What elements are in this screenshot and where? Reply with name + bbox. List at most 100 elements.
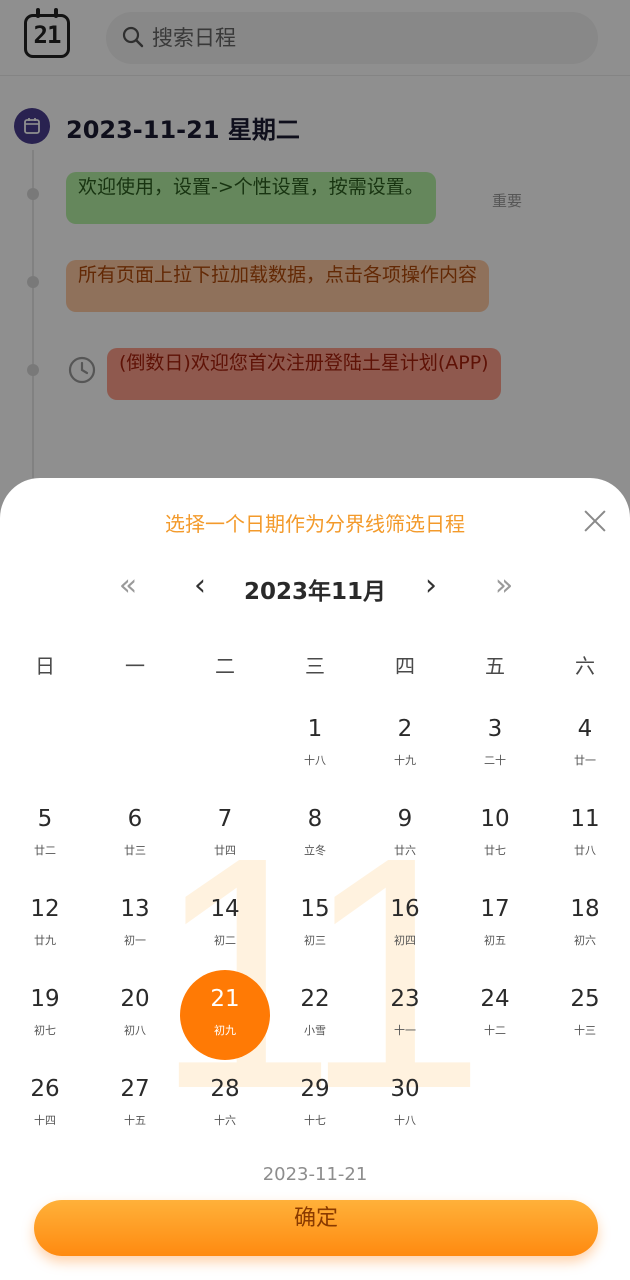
day-number: 10 bbox=[480, 806, 510, 832]
lunar-date: 十一 bbox=[394, 1024, 416, 1037]
day-cell[interactable]: 9 廿六 bbox=[360, 790, 450, 880]
day-cell[interactable]: 11 廿八 bbox=[540, 790, 630, 880]
day-cell[interactable]: 4 廿一 bbox=[540, 700, 630, 790]
day-cell[interactable]: 29 十七 bbox=[270, 1060, 360, 1150]
day-cell[interactable]: 17 初五 bbox=[450, 880, 540, 970]
lunar-date: 初一 bbox=[124, 934, 146, 947]
day-cell[interactable]: 30 十八 bbox=[360, 1060, 450, 1150]
lunar-date: 廿一 bbox=[574, 754, 596, 767]
lunar-date: 初二 bbox=[214, 934, 236, 947]
month-navigation: « ‹ 2023年11月 › » bbox=[0, 566, 630, 610]
day-number: 23 bbox=[390, 986, 420, 1012]
prev-month-button[interactable]: ‹ bbox=[182, 570, 218, 606]
lunar-date: 廿三 bbox=[124, 844, 146, 857]
day-number: 9 bbox=[397, 806, 413, 832]
day-cell[interactable]: 2 十九 bbox=[360, 700, 450, 790]
day-cell[interactable]: 25 十三 bbox=[540, 970, 630, 1060]
day-cell[interactable]: 12 廿九 bbox=[0, 880, 90, 970]
day-number: 20 bbox=[120, 986, 150, 1012]
day-number: 28 bbox=[210, 1076, 240, 1102]
day-cell[interactable]: 15 初三 bbox=[270, 880, 360, 970]
day-cell[interactable]: 8 立冬 bbox=[270, 790, 360, 880]
weekday-label: 日 bbox=[35, 654, 55, 678]
lunar-date: 廿四 bbox=[214, 844, 236, 857]
day-cell[interactable]: 1 十八 bbox=[270, 700, 360, 790]
day-cell[interactable]: 16 初四 bbox=[360, 880, 450, 970]
weekday-header: 日 一 二 三 四 五 六 bbox=[0, 650, 630, 680]
day-number: 18 bbox=[570, 896, 600, 922]
lunar-date: 廿二 bbox=[34, 844, 56, 857]
day-number: 7 bbox=[217, 806, 233, 832]
day-number: 6 bbox=[127, 806, 143, 832]
weekday-label: 二 bbox=[215, 654, 235, 678]
day-number: 4 bbox=[577, 716, 593, 742]
weekday-label: 四 bbox=[395, 654, 415, 678]
picker-title: 选择一个日期作为分界线筛选日程 bbox=[165, 512, 465, 536]
day-number: 11 bbox=[570, 806, 600, 832]
day-cell[interactable]: 22 小雪 bbox=[270, 970, 360, 1060]
lunar-date: 十八 bbox=[304, 754, 326, 767]
confirm-button[interactable]: 确定 bbox=[34, 1200, 598, 1256]
lunar-date: 十六 bbox=[214, 1114, 236, 1127]
selected-date-text: 2023-11-21 bbox=[262, 1164, 368, 1185]
lunar-date: 初九 bbox=[214, 1024, 236, 1037]
day-cell[interactable]: 20 初八 bbox=[90, 970, 180, 1060]
next-year-button[interactable]: » bbox=[486, 570, 522, 606]
day-number: 27 bbox=[120, 1076, 150, 1102]
selection-circle bbox=[180, 970, 270, 1060]
day-cell[interactable]: 18 初六 bbox=[540, 880, 630, 970]
lunar-date: 十八 bbox=[394, 1114, 416, 1127]
lunar-date: 初五 bbox=[484, 934, 506, 947]
day-number: 12 bbox=[30, 896, 60, 922]
day-cell-selected[interactable]: 21 初九 bbox=[180, 970, 270, 1060]
day-number: 1 bbox=[307, 716, 323, 742]
day-cell[interactable]: 6 廿三 bbox=[90, 790, 180, 880]
day-cell[interactable]: 19 初七 bbox=[0, 970, 90, 1060]
day-number: 29 bbox=[300, 1076, 330, 1102]
lunar-date: 廿八 bbox=[574, 844, 596, 857]
weekday-label: 六 bbox=[575, 654, 595, 678]
day-cell[interactable]: 7 廿四 bbox=[180, 790, 270, 880]
day-cell[interactable]: 3 二十 bbox=[450, 700, 540, 790]
lunar-date: 十七 bbox=[304, 1114, 326, 1127]
lunar-date: 初六 bbox=[574, 934, 596, 947]
lunar-date: 十五 bbox=[124, 1114, 146, 1127]
day-cell[interactable]: 24 十二 bbox=[450, 970, 540, 1060]
day-number: 21 bbox=[210, 986, 240, 1012]
day-number: 26 bbox=[30, 1076, 60, 1102]
lunar-date: 二十 bbox=[484, 754, 506, 767]
lunar-date: 初三 bbox=[304, 934, 326, 947]
lunar-date: 十九 bbox=[394, 754, 416, 767]
day-cell[interactable]: 26 十四 bbox=[0, 1060, 90, 1150]
day-cell[interactable]: 5 廿二 bbox=[0, 790, 90, 880]
day-number: 30 bbox=[390, 1076, 420, 1102]
day-grid: 1 十八 2 十九 3 二十 4 廿一 5 廿二 6 廿三 7 廿四 8 立冬 9 廿六 10 廿七 11 廿八 12 廿九 1… bbox=[0, 700, 630, 1150]
lunar-date: 廿九 bbox=[34, 934, 56, 947]
day-cell[interactable]: 28 十六 bbox=[180, 1060, 270, 1150]
day-number: 17 bbox=[480, 896, 510, 922]
day-number: 3 bbox=[487, 716, 503, 742]
prev-year-button[interactable]: « bbox=[110, 570, 146, 606]
day-number: 19 bbox=[30, 986, 60, 1012]
lunar-date: 十三 bbox=[574, 1024, 596, 1037]
day-number: 2 bbox=[397, 716, 413, 742]
weekday-label: 五 bbox=[485, 654, 505, 678]
date-picker-sheet: 选择一个日期作为分界线筛选日程 « ‹ 2023年11月 › » 日 一 二 三… bbox=[0, 478, 630, 1280]
day-cell[interactable]: 27 十五 bbox=[90, 1060, 180, 1150]
lunar-date: 初八 bbox=[124, 1024, 146, 1037]
day-number: 22 bbox=[300, 986, 330, 1012]
day-number: 5 bbox=[37, 806, 53, 832]
day-cell[interactable]: 13 初一 bbox=[90, 880, 180, 970]
day-number: 14 bbox=[210, 896, 240, 922]
day-cell[interactable]: 23 十一 bbox=[360, 970, 450, 1060]
lunar-date: 小雪 bbox=[304, 1024, 326, 1037]
lunar-date: 廿六 bbox=[394, 844, 416, 857]
day-number: 16 bbox=[390, 896, 420, 922]
day-number: 15 bbox=[300, 896, 330, 922]
close-icon[interactable] bbox=[580, 506, 610, 536]
month-label: 2023年11月 bbox=[243, 579, 387, 605]
day-cell[interactable]: 10 廿七 bbox=[450, 790, 540, 880]
lunar-date: 廿七 bbox=[484, 844, 506, 857]
day-cell[interactable]: 14 初二 bbox=[180, 880, 270, 970]
next-month-button[interactable]: › bbox=[413, 570, 449, 606]
